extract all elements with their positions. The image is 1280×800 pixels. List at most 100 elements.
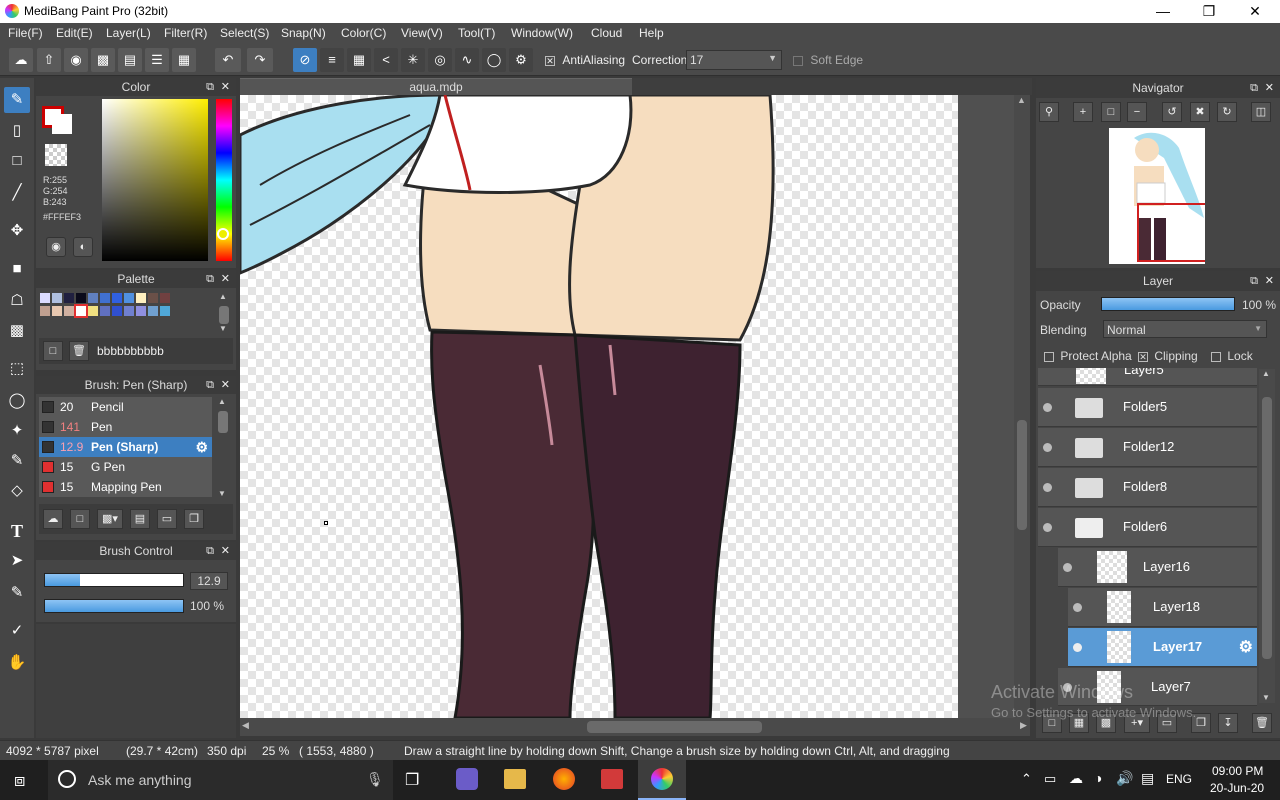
menu-window[interactable]: Window(W) bbox=[511, 26, 573, 40]
palette-swatch[interactable] bbox=[76, 293, 86, 303]
chat-app-icon[interactable] bbox=[456, 768, 478, 790]
gradient-tool-icon[interactable]: ▩ bbox=[4, 318, 30, 344]
firefox-icon[interactable] bbox=[553, 768, 575, 790]
zoom-in-icon[interactable]: + bbox=[1073, 102, 1093, 122]
navigator-preview[interactable] bbox=[1109, 128, 1209, 264]
brush-properties-icon[interactable]: ▤ bbox=[130, 509, 150, 529]
undock-icon[interactable]: ⧉ bbox=[206, 78, 214, 96]
menu-tool[interactable]: Tool(T) bbox=[458, 26, 495, 40]
fill-rect-tool-icon[interactable]: ■ bbox=[4, 256, 30, 282]
cloud-icon[interactable]: ☁ bbox=[9, 48, 33, 72]
document-tab[interactable]: aqua.mdp bbox=[240, 78, 632, 95]
layer-row-folder8[interactable]: Folder8 bbox=[1038, 468, 1257, 507]
hand-tool-icon[interactable]: ✋ bbox=[4, 650, 30, 676]
menu-file[interactable]: File(F) bbox=[8, 26, 43, 40]
menu-select[interactable]: Select(S) bbox=[220, 26, 269, 40]
page-icon[interactable]: ▤ bbox=[118, 48, 142, 72]
restore-icon[interactable]: ❐ bbox=[1186, 0, 1232, 23]
close-panel-icon[interactable]: ✕ bbox=[221, 376, 230, 394]
close-panel-icon[interactable]: ✕ bbox=[1265, 78, 1274, 98]
palette-swatch[interactable] bbox=[124, 293, 134, 303]
brush-type-menu-icon[interactable]: ▩▾ bbox=[97, 509, 123, 529]
palette-swatch[interactable] bbox=[40, 293, 50, 303]
visibility-eye-icon[interactable] bbox=[1043, 443, 1052, 452]
layer-add-menu-icon[interactable]: +▾ bbox=[1124, 713, 1150, 733]
microphone-icon[interactable]: 🎙 bbox=[366, 771, 384, 788]
layer-settings-gear-icon[interactable]: ⚙ bbox=[1239, 637, 1253, 657]
close-panel-icon[interactable]: ✕ bbox=[221, 270, 230, 288]
layer-row-layer17[interactable]: Layer17 ⚙ bbox=[1068, 628, 1257, 667]
brush-tool-icon[interactable]: ✎ bbox=[4, 87, 30, 113]
blending-select[interactable]: Normal ▼ bbox=[1103, 320, 1267, 338]
brush-opacity-slider[interactable] bbox=[44, 599, 184, 613]
new-1bit-layer-icon[interactable]: ▩ bbox=[1096, 713, 1116, 733]
notifications-icon[interactable]: ▤ bbox=[1141, 770, 1154, 787]
visibility-eye-icon[interactable] bbox=[1073, 603, 1082, 612]
canvas-area[interactable]: ▲ bbox=[240, 95, 1030, 718]
volume-icon[interactable]: 🔊 bbox=[1116, 770, 1133, 787]
palette-scrollbar[interactable]: ▲ ▼ bbox=[217, 292, 231, 334]
task-view-icon[interactable]: ❐ bbox=[405, 770, 419, 790]
palette-swatch[interactable] bbox=[88, 306, 98, 316]
circle-snap-icon[interactable]: ◎ bbox=[428, 48, 452, 72]
eraser-tool-icon[interactable]: ▯ bbox=[4, 118, 30, 144]
brush-size-value[interactable]: 12.9 bbox=[190, 572, 228, 590]
cloud-brush-icon[interactable]: ☁ bbox=[43, 509, 63, 529]
menu-edit[interactable]: Edit(E) bbox=[56, 26, 93, 40]
brush-item-mapping-pen[interactable]: 15 Mapping Pen bbox=[39, 477, 212, 497]
lock-checkbox[interactable] bbox=[1211, 351, 1221, 362]
layer-opacity-slider[interactable] bbox=[1101, 297, 1235, 311]
layer-row-folder5[interactable]: Folder5 bbox=[1038, 388, 1257, 427]
brush-settings-gear-icon[interactable]: ⚙ bbox=[195, 437, 208, 457]
palette-swatch[interactable] bbox=[40, 306, 50, 316]
radial-snap-icon[interactable]: ✳ bbox=[401, 48, 425, 72]
new-palette-icon[interactable]: □ bbox=[43, 341, 63, 361]
parallel-snap-icon[interactable]: ≡ bbox=[320, 48, 344, 72]
minimize-icon[interactable]: — bbox=[1140, 0, 1186, 23]
redo-icon[interactable]: ↷ bbox=[247, 48, 273, 72]
select-pen-tool-icon[interactable]: ✎ bbox=[4, 448, 30, 474]
antialiasing-checkbox[interactable]: ✕ bbox=[545, 55, 555, 66]
lasso-tool-icon[interactable]: ◯ bbox=[4, 388, 30, 414]
menu-layer[interactable]: Layer(L) bbox=[106, 26, 151, 40]
select-rect-tool-icon[interactable]: ⬚ bbox=[4, 356, 30, 382]
close-panel-icon[interactable]: ✕ bbox=[221, 542, 230, 560]
visibility-eye-icon[interactable] bbox=[1063, 563, 1072, 572]
layer-row-partial[interactable]: Layer5 bbox=[1038, 368, 1257, 386]
ellipse-snap-icon[interactable]: ◯ bbox=[482, 48, 506, 72]
undock-icon[interactable]: ⧉ bbox=[206, 542, 214, 560]
grid-snap-icon[interactable]: ▦ bbox=[347, 48, 371, 72]
onedrive-icon[interactable]: ☁ bbox=[1069, 770, 1083, 787]
battery-icon[interactable]: ▭ bbox=[1044, 771, 1056, 787]
operation-tool-icon[interactable]: ➤ bbox=[4, 548, 30, 574]
windows-start-icon[interactable]: ⧈ bbox=[14, 770, 25, 791]
comment-icon[interactable]: ◉ bbox=[64, 48, 88, 72]
menu-view[interactable]: View(V) bbox=[401, 26, 443, 40]
undock-icon[interactable]: ⧉ bbox=[206, 270, 214, 288]
upload-icon[interactable]: ⇧ bbox=[37, 48, 61, 72]
brush-folder-icon[interactable]: ▭ bbox=[157, 509, 177, 529]
delete-layer-icon[interactable]: 🗑 bbox=[1252, 713, 1272, 733]
clock-date[interactable]: 20-Jun-20 bbox=[1210, 781, 1264, 795]
palette-swatch[interactable] bbox=[112, 293, 122, 303]
canvas-horizontal-scrollbar[interactable]: ◀ ▶ bbox=[240, 718, 1030, 736]
brush-size-slider[interactable] bbox=[44, 573, 184, 587]
visibility-eye-icon[interactable] bbox=[1073, 643, 1082, 652]
layer-list-scrollbar[interactable]: ▲ ▼ bbox=[1259, 369, 1275, 703]
new-halftone-layer-icon[interactable]: ▦ bbox=[1069, 713, 1089, 733]
palette-swatch[interactable] bbox=[64, 306, 74, 316]
undo-icon[interactable]: ↶ bbox=[215, 48, 241, 72]
color-palette-icon[interactable]: ◉ bbox=[46, 237, 66, 257]
search-box[interactable]: Ask me anything 🎙 bbox=[48, 760, 393, 800]
rotate-left-icon[interactable]: ↺ bbox=[1162, 102, 1182, 122]
hue-slider-handle[interactable] bbox=[217, 228, 229, 240]
duplicate-brush-icon[interactable]: ❐ bbox=[184, 509, 204, 529]
language-indicator[interactable]: ENG bbox=[1166, 772, 1192, 786]
brush-item-pencil[interactable]: 20 Pencil bbox=[39, 397, 212, 417]
protect-alpha-checkbox[interactable] bbox=[1044, 351, 1054, 362]
close-panel-icon[interactable]: ✕ bbox=[1265, 271, 1274, 291]
palette-swatch[interactable] bbox=[136, 306, 146, 316]
bucket-tool-icon[interactable]: ☖ bbox=[4, 288, 30, 314]
clipping-checkbox[interactable]: ✕ bbox=[1138, 351, 1148, 362]
layer-row-folder6[interactable]: Folder6 bbox=[1038, 508, 1257, 547]
